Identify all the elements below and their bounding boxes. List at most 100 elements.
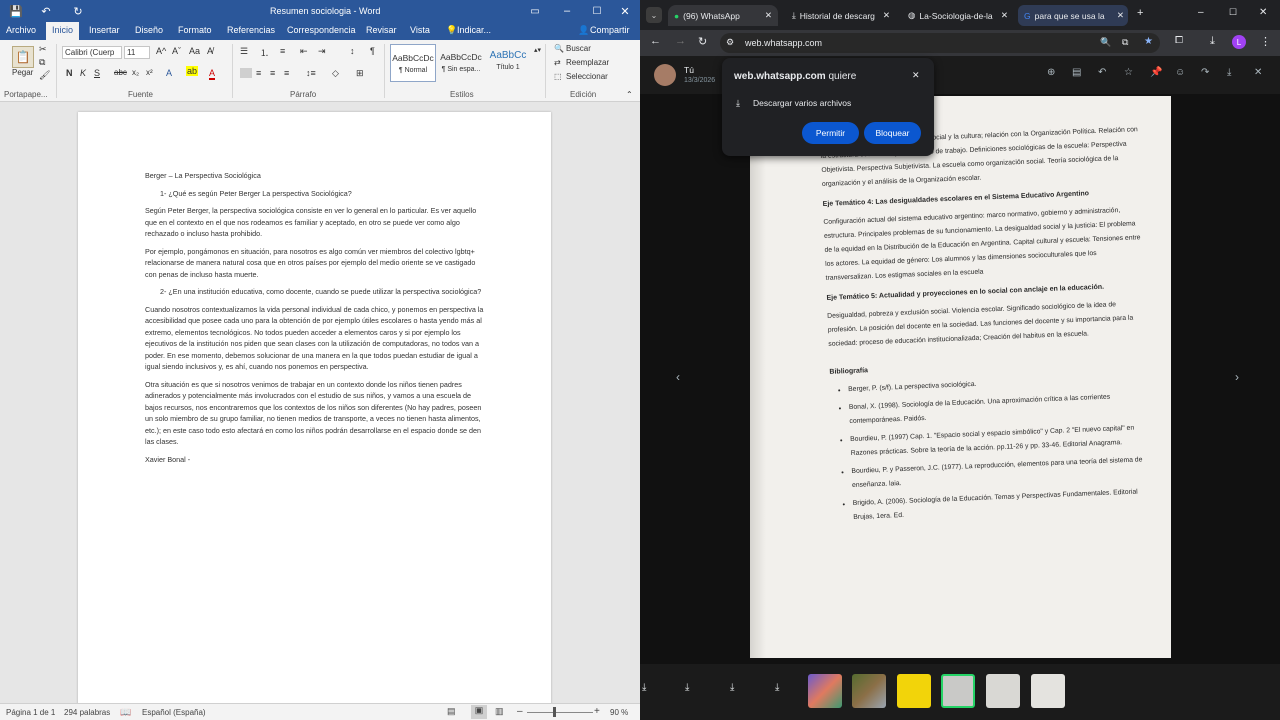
decrease-indent-icon[interactable]: ⇤ xyxy=(300,46,308,57)
install-app-icon[interactable]: ⧉ xyxy=(1122,37,1128,48)
zoom-in-icon[interactable]: ⊕ xyxy=(1047,67,1055,78)
avatar[interactable] xyxy=(654,64,676,86)
undo-icon[interactable]: ↶ xyxy=(38,4,54,18)
web-layout-icon[interactable]: ▥ xyxy=(495,706,504,717)
zoom-icon[interactable]: 🔍 xyxy=(1100,37,1111,48)
maximize-icon[interactable]: ☐ xyxy=(1229,7,1237,18)
next-icon[interactable]: › xyxy=(1235,370,1239,384)
cut-icon[interactable]: ✂ xyxy=(39,44,47,55)
profile-avatar[interactable]: L xyxy=(1232,35,1246,49)
paste-icon[interactable]: 📋 xyxy=(12,46,34,68)
new-tab-icon[interactable]: + xyxy=(1137,7,1143,19)
media-thumbnail[interactable] xyxy=(986,674,1020,708)
save-icon[interactable]: 💾 xyxy=(8,4,24,18)
font-size-select[interactable]: 11 xyxy=(124,46,150,59)
bookmark-star-icon[interactable]: ★ xyxy=(1144,36,1153,47)
media-thumbnail[interactable] xyxy=(852,674,886,708)
style-normal[interactable]: AaBbCcDc ¶ Normal xyxy=(390,44,436,82)
tab-inicio[interactable]: Inicio xyxy=(46,22,80,40)
strikethrough-icon[interactable]: abc xyxy=(114,68,127,77)
select-button[interactable]: Seleccionar xyxy=(566,72,608,81)
media-thumbnail-selected[interactable] xyxy=(941,674,975,708)
minimize-icon[interactable]: – xyxy=(560,4,574,18)
find-button[interactable]: Buscar xyxy=(566,44,591,53)
subscript-icon[interactable]: x₂ xyxy=(132,68,139,77)
allow-button[interactable]: Permitir xyxy=(802,122,859,144)
word-count[interactable]: 294 palabras xyxy=(64,708,110,717)
download-icon[interactable]: ⤓ xyxy=(775,682,779,693)
increase-indent-icon[interactable]: ⇥ xyxy=(318,46,326,57)
proofing-icon[interactable]: 📖 xyxy=(120,707,131,718)
star-icon[interactable]: ☆ xyxy=(1124,67,1133,78)
media-thumbnail[interactable] xyxy=(808,674,842,708)
close-icon[interactable]: ✕ xyxy=(912,70,920,81)
tab-close-icon[interactable]: ✕ xyxy=(1117,10,1124,21)
zoom-in-icon[interactable]: + xyxy=(594,706,600,717)
tab-revisar[interactable]: Revisar xyxy=(366,25,397,35)
tab-google-search[interactable]: G para que se usa la ✕ xyxy=(1018,5,1128,26)
ribbon-options-icon[interactable]: ▭ xyxy=(528,4,542,18)
read-mode-icon[interactable]: ▤ xyxy=(447,706,456,717)
tell-me-search[interactable]: Indicar... xyxy=(457,25,491,35)
highlight-icon[interactable]: ab xyxy=(186,66,199,76)
extensions-icon[interactable]: ⧠ xyxy=(1175,35,1183,46)
reload-icon[interactable]: ↻ xyxy=(698,35,707,48)
menu-icon[interactable]: ⋮ xyxy=(1260,35,1271,48)
tab-formato[interactable]: Formato xyxy=(178,25,212,35)
download-icon[interactable]: ⤓ xyxy=(642,682,646,693)
download-icon[interactable]: ⤓ xyxy=(1227,67,1231,78)
tab-close-icon[interactable]: ✕ xyxy=(765,10,772,21)
redo-icon[interactable]: ↻ xyxy=(70,4,86,18)
forward-icon[interactable]: → xyxy=(675,35,686,47)
tab-sociologia[interactable]: ◍ La-Sociologia-de-la ✕ xyxy=(902,5,1010,26)
grow-font-icon[interactable]: A^ xyxy=(156,46,166,56)
show-marks-icon[interactable]: ¶ xyxy=(370,46,375,56)
zoom-slider-thumb[interactable] xyxy=(553,707,556,717)
download-icon[interactable]: ⤓ xyxy=(730,682,734,693)
document-page[interactable]: Berger – La Perspectiva Sociológica 1- ¿… xyxy=(78,112,551,712)
block-button[interactable]: Bloquear xyxy=(864,122,921,144)
minimize-icon[interactable]: – xyxy=(1198,7,1204,18)
zoom-slider[interactable] xyxy=(527,712,593,713)
site-info-icon[interactable]: ⚙ xyxy=(726,37,734,48)
reply-icon[interactable]: ↶ xyxy=(1098,67,1106,78)
download-icon[interactable]: ⤓ xyxy=(685,682,689,693)
format-painter-icon[interactable]: 🖌 xyxy=(39,70,50,81)
justify-icon[interactable]: ≡ xyxy=(284,68,289,78)
photo-document[interactable]: sociedad, relación con la estructura soc… xyxy=(750,96,1171,658)
style-heading-1[interactable]: AaBbCc Título 1 xyxy=(486,44,530,82)
tab-correspondencia[interactable]: Correspondencia xyxy=(287,25,356,35)
copy-icon[interactable]: ⧉ xyxy=(39,57,45,68)
numbering-icon[interactable]: ⒈ xyxy=(260,46,269,59)
tab-vista[interactable]: Vista xyxy=(410,25,430,35)
shrink-font-icon[interactable]: Aˇ xyxy=(172,46,181,56)
go-to-message-icon[interactable]: ▤ xyxy=(1072,67,1081,78)
page-count[interactable]: Página 1 de 1 xyxy=(6,708,55,717)
collapse-ribbon-icon[interactable]: ⌃ xyxy=(626,90,633,99)
bullets-icon[interactable]: ☰ xyxy=(240,46,248,57)
close-icon[interactable]: ✕ xyxy=(618,4,632,18)
maximize-icon[interactable]: ☐ xyxy=(590,4,604,18)
tab-close-icon[interactable]: ✕ xyxy=(880,10,890,21)
back-icon[interactable]: ← xyxy=(650,35,661,47)
clear-format-icon[interactable]: A̸ xyxy=(207,46,213,56)
tab-referencias[interactable]: Referencias xyxy=(227,25,275,35)
forward-message-icon[interactable]: ↷ xyxy=(1201,67,1209,78)
font-name-select[interactable]: Calibri (Cuerp xyxy=(62,46,122,59)
align-right-icon[interactable]: ≡ xyxy=(270,68,275,78)
share-button[interactable]: Compartir xyxy=(590,25,630,35)
media-thumbnail[interactable] xyxy=(1031,674,1065,708)
tab-diseno[interactable]: Diseño xyxy=(135,25,163,35)
language-status[interactable]: Español (España) xyxy=(142,708,206,717)
tab-downloads[interactable]: ⤓ Historial de descarg ✕ xyxy=(786,5,892,26)
italic-icon[interactable]: K xyxy=(80,68,86,78)
borders-icon[interactable]: ⊞ xyxy=(356,68,364,79)
multilevel-list-icon[interactable]: ≡ xyxy=(280,46,285,56)
zoom-level[interactable]: 90 % xyxy=(610,708,628,717)
close-icon[interactable]: ✕ xyxy=(1259,7,1267,18)
styles-scroll-icon[interactable]: ▴▾ xyxy=(534,46,541,54)
previous-icon[interactable]: ‹ xyxy=(676,370,680,384)
downloads-icon[interactable]: ⤓ xyxy=(1210,35,1215,48)
font-color-icon[interactable]: A xyxy=(209,68,216,80)
media-thumbnail[interactable] xyxy=(897,674,931,708)
